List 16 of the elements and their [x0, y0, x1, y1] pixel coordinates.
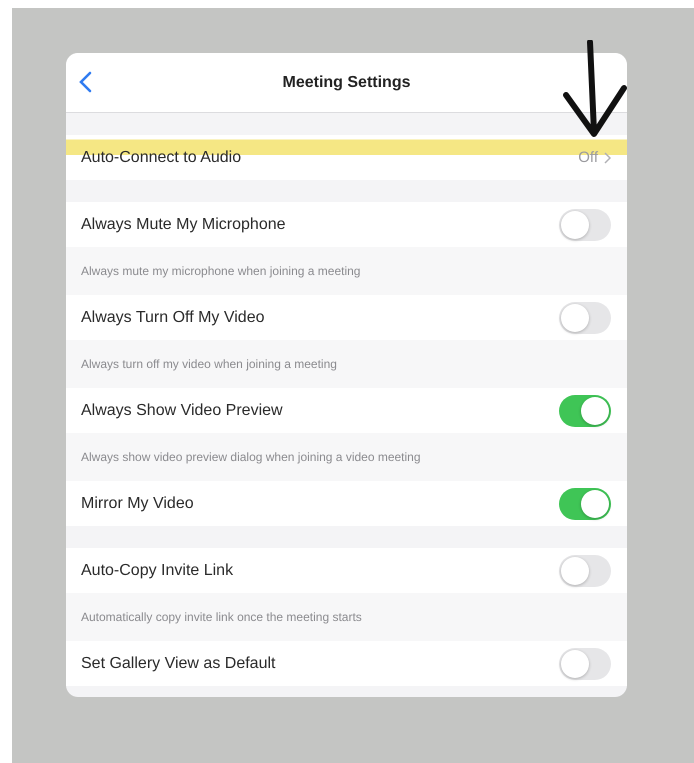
- setting-label: Set Gallery View as Default: [81, 654, 276, 672]
- chevron-icon: [604, 152, 611, 164]
- toggle-switch[interactable]: [559, 554, 611, 586]
- setting-label: Always Turn Off My Video: [81, 308, 264, 326]
- toggle-switch[interactable]: [559, 648, 611, 680]
- toggle-switch[interactable]: [559, 302, 611, 334]
- toggle-switch[interactable]: [559, 488, 611, 520]
- setting-label: Always Mute My Microphone: [81, 216, 286, 234]
- toggle-switch[interactable]: [559, 208, 611, 240]
- hand-drawn-arrow-icon: [560, 40, 630, 140]
- back-icon: [78, 71, 92, 93]
- header-title: Meeting Settings: [282, 74, 410, 92]
- setting-label: Mirror My Video: [81, 494, 194, 512]
- setting-label: Auto-Copy Invite Link: [81, 562, 234, 580]
- toggle-switch[interactable]: [559, 394, 611, 426]
- setting-label: Always Show Video Preview: [81, 402, 283, 420]
